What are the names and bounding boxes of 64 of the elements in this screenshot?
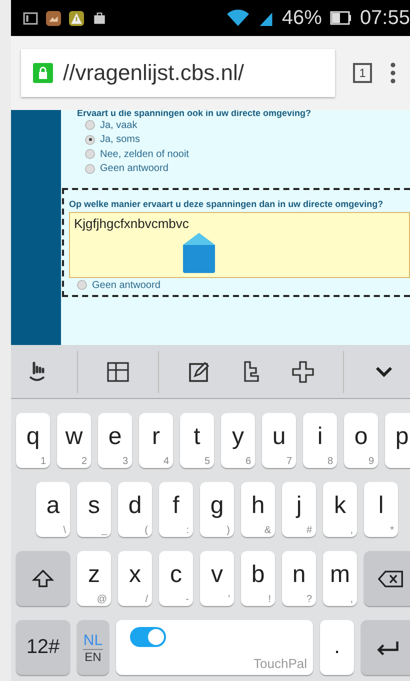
address-bar[interactable]: //vragenlijst.cbs.nl/ xyxy=(21,49,335,97)
letter-key[interactable]: s _ xyxy=(77,482,111,537)
letter-key[interactable]: r 4 xyxy=(139,413,173,468)
letter-key[interactable]: p xyxy=(385,413,410,468)
letter-key[interactable]: c - xyxy=(159,551,193,606)
letter-key[interactable]: t 5 xyxy=(180,413,214,468)
letter-key[interactable]: k , xyxy=(323,482,357,537)
letter-key[interactable]: f : xyxy=(159,482,193,537)
text-cursor-handle-icon[interactable] xyxy=(183,233,215,273)
letter-key[interactable]: h & xyxy=(241,482,275,537)
letter-key[interactable]: l * xyxy=(364,482,398,537)
plus-icon[interactable] xyxy=(291,360,315,384)
edit-icon[interactable] xyxy=(187,360,211,384)
warning-icon xyxy=(69,10,84,26)
radio-button[interactable] xyxy=(85,120,95,130)
more-options-icon[interactable] xyxy=(390,62,396,84)
letter-key[interactable]: n ? xyxy=(282,551,316,606)
clock: 07:55 xyxy=(360,6,410,30)
letter-key[interactable]: i 8 xyxy=(303,413,337,468)
letter-key[interactable]: u 7 xyxy=(262,413,296,468)
symbols-key[interactable]: 12# xyxy=(16,620,70,675)
letter-key[interactable]: g ) xyxy=(200,482,234,537)
image-icon xyxy=(46,10,61,26)
url-text: //vragenlijst.cbs.nl/ xyxy=(63,60,244,86)
radio-button[interactable] xyxy=(85,164,95,174)
letter-key[interactable]: x / xyxy=(118,551,152,606)
answer-text: Kjgfjhgcfxnbvcmbvc xyxy=(74,216,189,231)
period-key[interactable]: . xyxy=(320,620,354,675)
briefcase-icon xyxy=(92,10,107,26)
shift-key[interactable] xyxy=(16,551,70,606)
tab-count-button[interactable]: 1 xyxy=(353,63,372,83)
letter-key[interactable]: m , xyxy=(323,551,357,606)
letter-key[interactable]: q 1 xyxy=(16,413,50,468)
language-key[interactable]: NL EN xyxy=(77,620,109,675)
letter-key[interactable]: w 2 xyxy=(57,413,91,468)
letter-key[interactable]: y 6 xyxy=(221,413,255,468)
letter-key[interactable]: a \ xyxy=(36,482,70,537)
answer-box[interactable]: Kjgfjhgcfxnbvcmbvc xyxy=(69,212,410,278)
lock-icon xyxy=(33,63,53,83)
letter-key[interactable]: o 9 xyxy=(344,413,378,468)
layout-icon[interactable] xyxy=(106,360,130,384)
option-label: Ja, soms xyxy=(100,134,140,146)
option-label: Geen antwoord xyxy=(100,163,168,174)
question-title: Op welke manier ervaart u deze spanningen dan in uw directe omgeving? xyxy=(69,199,384,209)
screen-icon xyxy=(23,10,38,26)
option-label: Nee, zelden of nooit xyxy=(100,148,189,160)
option-label: Ja, vaak xyxy=(100,120,138,131)
radio-button[interactable] xyxy=(77,280,87,290)
shift-icon xyxy=(30,568,56,590)
wifi-icon xyxy=(226,9,250,27)
letter-key[interactable]: d ( xyxy=(118,482,152,537)
letter-key[interactable]: j # xyxy=(282,482,316,537)
option-label: Geen antwoord xyxy=(92,280,160,291)
battery-percent: 46% xyxy=(282,6,322,30)
letter-key[interactable]: e 3 xyxy=(98,413,132,468)
letter-key[interactable]: z @ xyxy=(77,551,111,606)
enter-key[interactable] xyxy=(361,620,410,675)
radio-button[interactable] xyxy=(85,149,95,160)
backspace-icon xyxy=(378,568,404,590)
radio-button[interactable] xyxy=(85,134,95,145)
backspace-key[interactable] xyxy=(364,551,410,606)
letter-key[interactable]: v ' xyxy=(200,551,234,606)
letter-key[interactable]: b ! xyxy=(241,551,275,606)
battery-icon xyxy=(330,11,352,25)
